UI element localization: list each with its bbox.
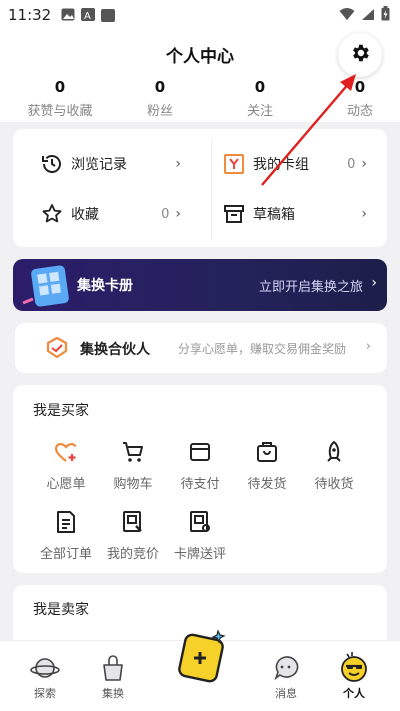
- tab-explore[interactable]: 探索: [15, 649, 75, 701]
- tab-messages[interactable]: 消息: [256, 649, 316, 701]
- seller-title: 我是卖家: [33, 602, 89, 618]
- stat-label: 关注: [246, 104, 273, 119]
- stat-label: 获赞与收藏: [27, 104, 93, 119]
- stats-row: 0 获赞与收藏 0 粉丝 0 关注 0 动态: [0, 78, 400, 122]
- pending-receipt-item[interactable]: 待收货: [301, 437, 367, 492]
- divider: [211, 139, 212, 241]
- tab-label: 消息: [275, 687, 297, 700]
- status-bar: 11:32 A: [0, 0, 400, 30]
- history-item[interactable]: 浏览记录 ›: [39, 151, 181, 177]
- battery-icon: [381, 5, 390, 25]
- drafts-item[interactable]: 草稿箱 ›: [221, 201, 367, 227]
- signal-icon: [361, 6, 375, 25]
- cart-item[interactable]: 购物车: [100, 437, 166, 492]
- chat-bubble-icon: [256, 649, 316, 683]
- favorites-item[interactable]: 收藏 0 ›: [39, 201, 181, 227]
- my-groups-item[interactable]: 我的卡组 0 ›: [221, 151, 367, 177]
- svg-text:A: A: [84, 11, 91, 21]
- wallet-icon: [167, 437, 233, 467]
- grid-label: 全部订单: [39, 547, 92, 562]
- card-album-icon: [22, 265, 69, 307]
- order-list-icon: [33, 507, 99, 537]
- grid-label: 待发货: [247, 477, 287, 492]
- stat-value: 0: [54, 78, 66, 96]
- favorites-label: 收藏: [71, 207, 99, 223]
- planet-icon: [15, 649, 75, 683]
- card-plus-icon: [178, 629, 226, 683]
- stat-fans[interactable]: 0 粉丝: [120, 78, 200, 122]
- stat-value: 0: [354, 78, 366, 96]
- bag-icon: [234, 437, 300, 467]
- menu-card: 浏览记录 › 我的卡组 0 › 收藏 0 › 草稿箱 ›: [13, 129, 387, 247]
- partner-card[interactable]: 集换合伙人 分享心愿单，赚取交易佣金奖励 ›: [15, 323, 387, 373]
- star-icon: [39, 201, 65, 227]
- grid-label: 待收货: [314, 477, 354, 492]
- chevron-right-icon: ›: [175, 156, 181, 172]
- stat-value: 0: [154, 78, 166, 96]
- partner-subtitle: 分享心愿单，赚取交易佣金奖励: [178, 342, 347, 356]
- chevron-right-icon: ›: [175, 206, 181, 222]
- drafts-label: 草稿箱: [253, 207, 295, 223]
- card-grading-item[interactable]: 卡牌送评: [167, 507, 233, 562]
- wishlist-item[interactable]: 心愿单: [33, 437, 99, 492]
- gallery-icon: [61, 6, 75, 25]
- all-orders-item[interactable]: 全部订单: [33, 507, 99, 562]
- tab-label: 集换: [102, 687, 124, 700]
- exchange-bag-icon: [83, 649, 143, 683]
- grid-label: 我的竞价: [106, 547, 159, 562]
- chevron-right-icon: ›: [361, 156, 367, 172]
- banner-title: 集换卡册: [77, 278, 133, 294]
- tab-label: 探索: [34, 687, 56, 700]
- pending-shipment-item[interactable]: 待发货: [234, 437, 300, 492]
- stat-label: 粉丝: [146, 104, 173, 119]
- notification-icon: [101, 8, 116, 22]
- heart-plus-icon: [33, 437, 99, 467]
- tab-exchange[interactable]: 集换: [83, 649, 143, 701]
- banner-link: 立即开启集换之旅: [258, 280, 363, 295]
- grid-label: 待支付: [180, 477, 220, 492]
- favorites-count: 0: [161, 206, 170, 222]
- rocket-icon: [301, 437, 367, 467]
- pending-payment-item[interactable]: 待支付: [167, 437, 233, 492]
- buyer-title: 我是买家: [33, 403, 89, 419]
- stat-posts[interactable]: 0 动态: [320, 78, 400, 122]
- stat-following[interactable]: 0 关注: [220, 78, 300, 122]
- chevron-right-icon: ›: [361, 206, 367, 222]
- face-icon: [324, 649, 384, 683]
- gear-icon: [349, 42, 371, 68]
- my-groups-count: 0: [347, 156, 356, 172]
- card-grade-icon: [167, 507, 233, 537]
- partner-icon: [45, 336, 69, 364]
- grid-label: 心愿单: [46, 477, 86, 492]
- partner-title: 集换合伙人: [80, 342, 150, 358]
- grid-label: 卡牌送评: [173, 547, 226, 562]
- tab-label: 个人: [343, 687, 365, 700]
- card-album-banner[interactable]: 集换卡册 立即开启集换之旅 ›: [13, 259, 387, 311]
- stat-likes[interactable]: 0 获赞与收藏: [20, 78, 100, 122]
- buyer-card: 我是买家 心愿单 购物车 待支付 待发货 待收货 全部订单 我的竞价 卡牌送评: [13, 385, 387, 573]
- font-icon: A: [81, 6, 96, 25]
- card-group-icon: [221, 151, 247, 177]
- drafts-box-icon: [221, 201, 247, 227]
- my-bids-item[interactable]: 我的竞价: [100, 507, 166, 562]
- add-post-button[interactable]: [172, 627, 230, 685]
- cart-icon: [100, 437, 166, 467]
- wifi-icon: [339, 6, 355, 25]
- grid-label: 购物车: [113, 477, 153, 492]
- chevron-right-icon: ›: [371, 275, 377, 291]
- stat-label: 动态: [346, 104, 373, 119]
- bid-icon: [100, 507, 166, 537]
- history-icon: [39, 151, 65, 177]
- tab-profile[interactable]: 个人: [324, 649, 384, 701]
- chevron-right-icon: ›: [365, 339, 371, 354]
- status-time: 11:32: [8, 6, 52, 24]
- stat-value: 0: [254, 78, 266, 96]
- my-groups-label: 我的卡组: [253, 157, 309, 173]
- settings-button[interactable]: [338, 33, 382, 77]
- history-label: 浏览记录: [71, 157, 127, 173]
